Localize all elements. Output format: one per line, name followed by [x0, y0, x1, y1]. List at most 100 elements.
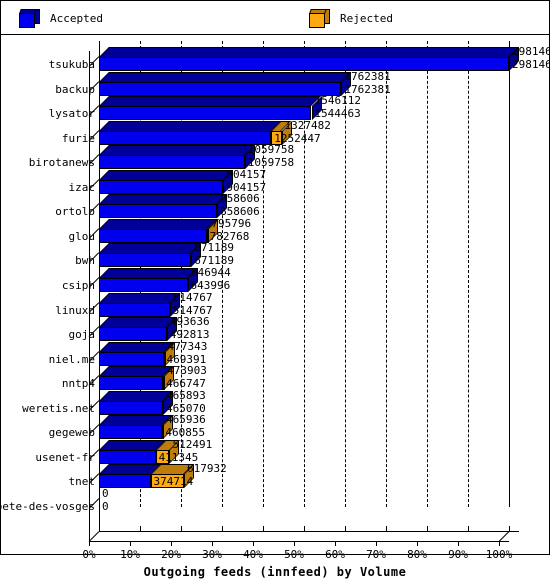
category-label-bete-des-vosges: bete-des-vosges: [0, 499, 95, 513]
bar-value-accepted: 904157: [226, 180, 267, 194]
accepted-segment-top: [99, 169, 234, 180]
bar-value-accepted: 469391: [166, 352, 207, 366]
bar-value-total: 465936: [166, 413, 206, 427]
plot-frame: Outgoing feeds (innfeed) by Volume 29814…: [0, 35, 550, 579]
bar-value-accepted: 374714: [153, 475, 194, 489]
accepted-segment-front: [99, 130, 272, 145]
bar-row: [89, 194, 550, 219]
legend-item-rejected: Rejected: [309, 7, 393, 29]
bar-row: [89, 47, 550, 72]
x-tick-back-90: [468, 526, 469, 531]
bar-value-accepted: 643996: [190, 279, 231, 292]
bar-value-total: 858606: [220, 192, 260, 206]
accepted-segment-front: [99, 81, 342, 96]
bar-value-total: 493636: [169, 315, 210, 329]
accepted-segment-top: [99, 439, 166, 450]
x-tick-30: [212, 541, 213, 546]
x-tick-back-30: [222, 526, 223, 531]
x-tick-80: [417, 541, 418, 546]
category-label-tsukuba: tsukuba: [48, 58, 95, 72]
bar-row: [89, 243, 550, 268]
bar-value-accepted: 0: [102, 499, 109, 513]
accepted-segment-front: [99, 327, 167, 342]
category-label-gegeweb: gegeweb: [48, 426, 95, 440]
x-tick-back-0: [99, 526, 100, 531]
accepted-segment-front: [99, 351, 164, 366]
accepted-segment-top: [99, 268, 198, 278]
bar-row: [89, 268, 550, 292]
x-tick-back-60: [345, 526, 346, 531]
category-label-usenet-fr: usenet-fr: [35, 450, 95, 464]
bar-value-total: 646944: [190, 266, 231, 279]
bar-row: [89, 145, 550, 170]
accepted-segment-top: [99, 47, 519, 58]
accepted-segment-top: [99, 71, 352, 82]
accepted-segment-front: [99, 376, 164, 391]
legend-label: Rejected: [340, 11, 393, 25]
bar-value-accepted: 782768: [209, 229, 250, 243]
bar-value-accepted: 411345: [158, 450, 199, 464]
cube-icon: [309, 8, 331, 28]
accepted-segment-top: [99, 341, 174, 352]
accepted-segment-front: [99, 449, 156, 464]
bar-value-accepted: 465070: [165, 401, 206, 415]
bar-value-total: 477343: [167, 339, 208, 353]
bar-value-accepted: 1059758: [247, 156, 295, 170]
accepted-segment-top: [99, 243, 202, 254]
x-tick-70: [376, 541, 377, 546]
bar-row: [89, 415, 550, 440]
x-tick-back-70: [386, 526, 387, 531]
legend-label: Accepted: [50, 11, 103, 25]
bar-value-total: 904157: [226, 167, 267, 181]
accepted-segment-front: [99, 228, 207, 243]
x-tick-back-100: [509, 526, 510, 531]
accepted-segment-front: [99, 204, 218, 219]
accepted-segment-top: [99, 218, 217, 229]
accepted-segment-front: [99, 302, 170, 317]
bar-row: [89, 317, 550, 342]
accepted-segment-front: [99, 155, 245, 170]
accepted-segment-top: [99, 292, 180, 303]
bar-value-total: 1059758: [247, 143, 295, 157]
x-axis-front: [89, 541, 509, 542]
x-tick-50: [294, 541, 295, 546]
accepted-segment-front: [99, 106, 312, 121]
accepted-segment-top: [99, 366, 174, 377]
x-tick-back-80: [427, 526, 428, 531]
chart-legend: Accepted Rejected: [1, 1, 549, 35]
x-tick-20: [171, 541, 172, 546]
bar-row: [89, 292, 550, 317]
bar-value-total: 1327482: [284, 118, 331, 132]
bar-row: [89, 489, 550, 513]
bar-value-total: 2981468: [512, 45, 550, 59]
bar-value-total: 617932: [186, 462, 227, 476]
legend-item-accepted: Accepted: [19, 7, 103, 29]
x-tick-10: [130, 541, 131, 546]
accepted-segment-front: [99, 57, 509, 72]
category-label-birotanews: birotanews: [28, 156, 95, 170]
category-label-weretis.net: weretis.net: [22, 401, 95, 415]
bar-value-accepted: 1544463: [314, 107, 361, 121]
x-tick-back-40: [263, 526, 264, 531]
x-axis-back: [99, 531, 519, 532]
bar-value-total: 671189: [194, 241, 235, 255]
bar-value-accepted: 2981468: [512, 58, 550, 72]
accepted-segment-top: [99, 120, 282, 131]
bar-value-total: 795796: [211, 216, 252, 230]
bar-value-total: 1762381: [344, 69, 391, 83]
bar-value-accepted: 460855: [165, 426, 206, 440]
x-tick-back-50: [304, 526, 305, 531]
bar-row: [89, 71, 550, 96]
bar-value-total: 514767: [172, 290, 213, 304]
bar-row: [89, 169, 550, 194]
x-tick-90: [458, 541, 459, 546]
bar-value-accepted: 492813: [169, 328, 210, 342]
x-tick-60: [335, 541, 336, 546]
accepted-segment-front: [99, 400, 163, 415]
bar-row: [89, 390, 550, 415]
category-label-niel.me: niel.me: [48, 352, 95, 366]
bar-row: [89, 366, 550, 391]
bar-value-accepted: 671189: [194, 254, 235, 268]
bar-value-total: 0: [102, 486, 109, 500]
accepted-segment-front: [99, 179, 224, 194]
